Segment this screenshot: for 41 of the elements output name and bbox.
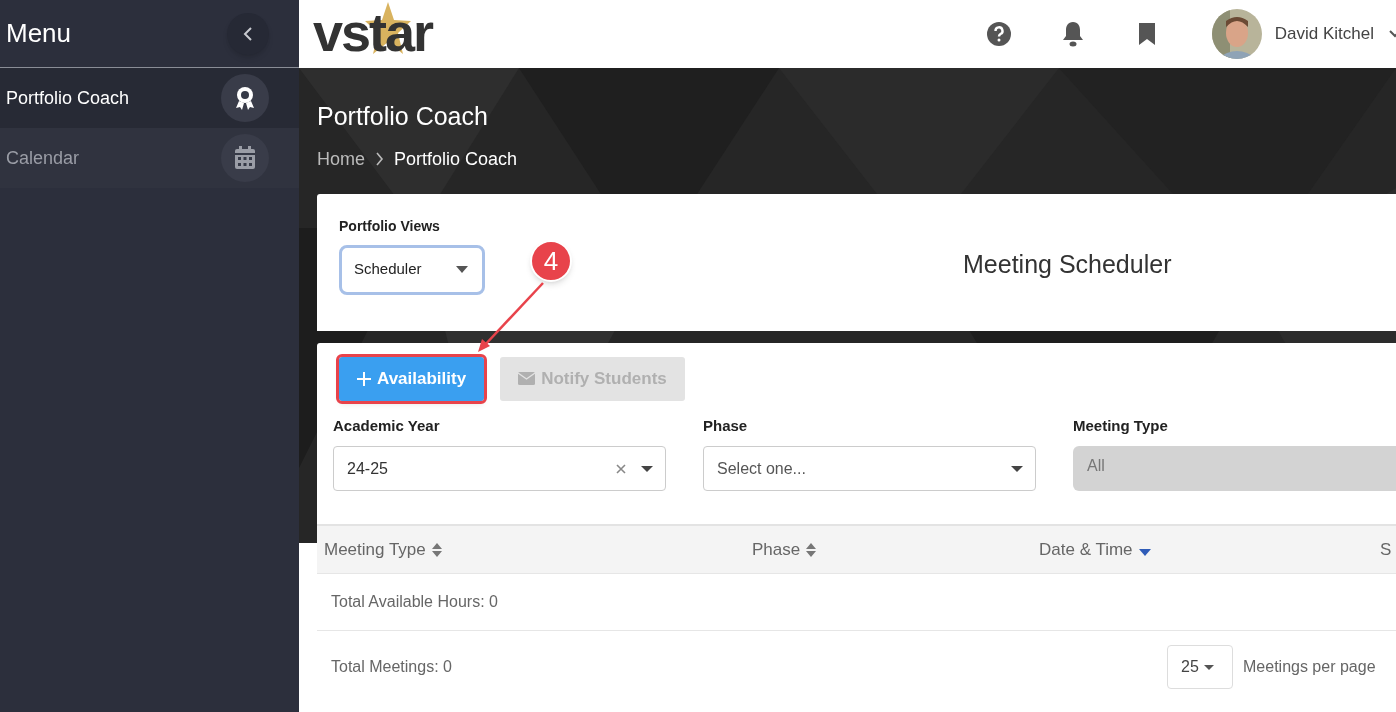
chevron-right-icon	[375, 152, 384, 166]
column-header[interactable]: Phase	[752, 536, 801, 563]
clear-icon[interactable]	[616, 463, 626, 474]
column-header[interactable]: Meeting Type	[324, 536, 426, 563]
bell-icon[interactable]	[1061, 21, 1084, 47]
leader-line	[477, 281, 547, 353]
sidebar-title: Menu	[6, 17, 72, 50]
bookmark-icon[interactable]	[1138, 23, 1155, 45]
user-name[interactable]: David Kitchel	[1274, 21, 1374, 47]
award-icon	[234, 86, 256, 110]
sort-icon[interactable]	[431, 541, 442, 558]
help-icon[interactable]	[985, 21, 1012, 47]
breadcrumb-current: Portfolio Coach	[394, 147, 518, 171]
page-size-label: Meetings per page	[1243, 657, 1376, 677]
field-label: Portfolio Views	[339, 216, 441, 236]
column-header[interactable]: S	[1380, 536, 1392, 563]
calendar-icon	[234, 146, 256, 170]
caret-icon	[641, 465, 653, 472]
sidebar-item[interactable]: Portfolio Coach	[0, 68, 299, 128]
sort-descending-icon[interactable]	[1138, 549, 1151, 556]
sort-icon[interactable]	[806, 541, 817, 558]
page-title: Portfolio Coach	[317, 101, 489, 132]
total-text: Total Meetings: 0	[331, 657, 453, 677]
page-size-select[interactable]: 25	[1167, 645, 1233, 689]
column-header[interactable]: Date & Time	[1039, 536, 1133, 563]
envelope-icon	[518, 372, 536, 385]
chevron-left-icon	[243, 25, 253, 42]
select-field[interactable]: Select one...	[703, 446, 1036, 491]
caret-icon	[1203, 664, 1214, 670]
select-field[interactable]: 24-25	[333, 446, 666, 491]
section-heading: Meeting Scheduler	[963, 248, 1172, 280]
field-label: Academic Year	[333, 415, 441, 436]
caret-icon	[456, 266, 468, 273]
plus-icon	[357, 371, 371, 386]
breadcrumb-link[interactable]: Home	[317, 145, 365, 173]
summary-text: Total Available Hours: 0	[331, 592, 498, 612]
sidebar-item[interactable]: Calendar	[0, 128, 299, 188]
field-label: Phase	[703, 415, 749, 436]
view-select[interactable]: Scheduler	[339, 244, 485, 295]
caret-icon	[1011, 465, 1023, 472]
field-label: Meeting Type	[1073, 415, 1169, 436]
